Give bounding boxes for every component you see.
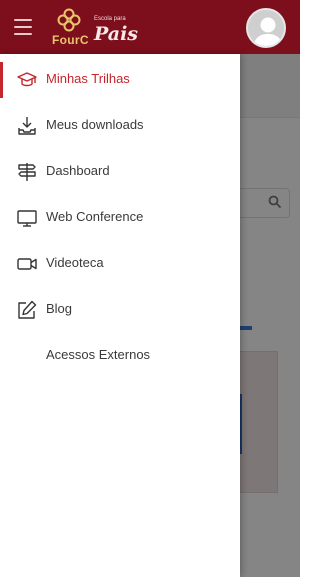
menu-label: Meus downloads	[46, 117, 144, 132]
menu-item-web-conference[interactable]: Web Conference	[0, 198, 240, 238]
logo-product: Pais	[94, 23, 139, 45]
menu-item-blog[interactable]: Blog	[0, 290, 240, 330]
menu-label: Dashboard	[46, 163, 110, 178]
download-icon	[18, 117, 36, 135]
edit-icon	[18, 300, 37, 319]
side-drawer: Minhas Trilhas Meus downloads Dashboard …	[0, 54, 240, 577]
video-camera-icon	[17, 258, 37, 270]
user-avatar-icon[interactable]	[246, 8, 286, 48]
monitor-icon	[17, 210, 37, 227]
logo-tagline: Escola para	[94, 16, 126, 22]
signpost-icon	[18, 163, 36, 181]
menu-item-meus-downloads[interactable]: Meus downloads	[0, 106, 240, 146]
hamburger-icon[interactable]	[14, 19, 32, 35]
logo-mark-icon	[57, 8, 81, 32]
menu-label: Acessos Externos	[46, 347, 151, 362]
menu-label: Blog	[46, 301, 73, 316]
menu-item-acessos-externos[interactable]: Acessos Externos	[0, 336, 240, 376]
menu-label: Videoteca	[46, 255, 104, 270]
app-header: FourC Escola para Pais	[0, 0, 300, 54]
logo-brand: FourC	[52, 33, 89, 47]
menu-label: Web Conference	[46, 209, 144, 224]
graduation-cap-icon	[17, 72, 37, 87]
menu-item-videoteca[interactable]: Videoteca	[0, 244, 240, 284]
app-logo[interactable]: FourC Escola para Pais	[50, 6, 140, 48]
menu-item-dashboard[interactable]: Dashboard	[0, 152, 240, 192]
menu-item-minhas-trilhas[interactable]: Minhas Trilhas	[0, 60, 240, 100]
menu-label: Minhas Trilhas	[46, 71, 130, 86]
